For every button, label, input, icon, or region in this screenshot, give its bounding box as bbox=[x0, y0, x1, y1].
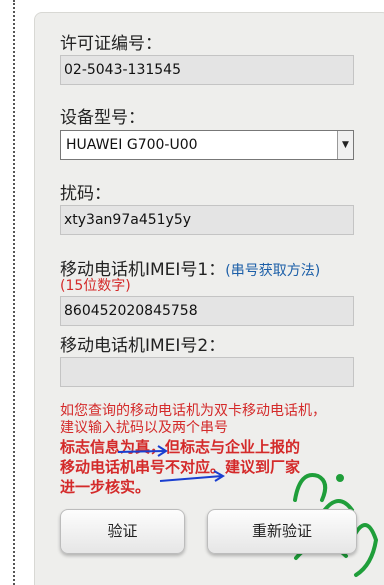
verify-button[interactable]: 验证 bbox=[60, 509, 185, 554]
reset-button[interactable]: 重新验证 bbox=[207, 509, 357, 554]
arrow-icon bbox=[117, 445, 168, 457]
annotation-overlay bbox=[117, 445, 379, 577]
arrow-icon bbox=[159, 470, 225, 482]
